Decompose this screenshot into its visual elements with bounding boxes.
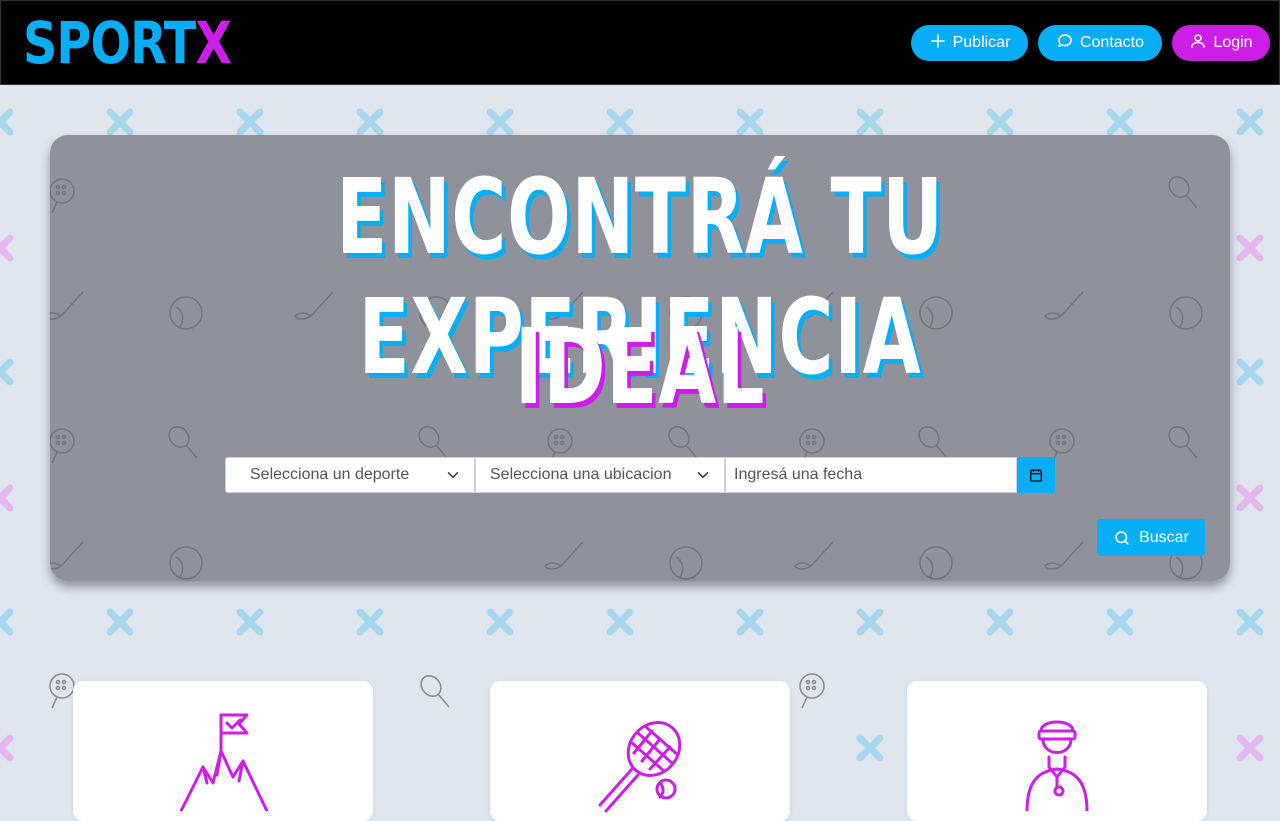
contacto-label: Contacto bbox=[1079, 34, 1145, 51]
location-select-value: Selecciona una ubicacion bbox=[490, 466, 672, 483]
hero-title-line2: IDEAL bbox=[514, 306, 766, 428]
date-input[interactable] bbox=[725, 457, 1017, 493]
contacto-button[interactable]: Contacto bbox=[1038, 25, 1162, 61]
login-label: Login bbox=[1213, 34, 1253, 51]
chevron-down-icon bbox=[697, 472, 709, 478]
location-select[interactable]: Selecciona una ubicacion bbox=[475, 457, 725, 493]
plus-icon bbox=[929, 32, 947, 55]
hero-search-panel: ENCONTRÁ TU EXPERIENCIA IDEAL Selecciona… bbox=[50, 135, 1230, 581]
coach-person-icon bbox=[1025, 720, 1089, 811]
search-filters: Selecciona un deporte Selecciona una ubi… bbox=[225, 457, 1055, 493]
search-button[interactable]: Buscar bbox=[1097, 519, 1205, 556]
sport-select-value: Selecciona un deporte bbox=[250, 466, 410, 483]
chat-bubble-icon bbox=[1056, 32, 1074, 55]
tennis-racket-icon bbox=[598, 721, 682, 813]
feature-card[interactable] bbox=[907, 681, 1207, 821]
feature-card[interactable] bbox=[73, 681, 373, 821]
calendar-icon bbox=[1030, 469, 1042, 482]
calendar-button[interactable] bbox=[1017, 457, 1055, 493]
publicar-label: Publicar bbox=[952, 34, 1011, 51]
navbar: SPORTX Publicar Contacto Login bbox=[0, 0, 1280, 85]
logo-part2: X bbox=[195, 9, 232, 77]
publicar-button[interactable]: Publicar bbox=[911, 25, 1028, 61]
sport-select[interactable]: Selecciona un deporte bbox=[225, 457, 475, 493]
logo-part1: SPORT bbox=[23, 9, 196, 77]
mountain-flag-icon bbox=[179, 713, 269, 811]
search-button-label: Buscar bbox=[1139, 528, 1189, 546]
search-icon bbox=[1115, 530, 1129, 545]
login-button[interactable]: Login bbox=[1172, 25, 1270, 61]
user-icon bbox=[1189, 32, 1207, 55]
sportx-logo[interactable]: SPORTX bbox=[23, 5, 232, 81]
feature-card[interactable] bbox=[490, 681, 790, 821]
chevron-down-icon bbox=[447, 472, 459, 478]
